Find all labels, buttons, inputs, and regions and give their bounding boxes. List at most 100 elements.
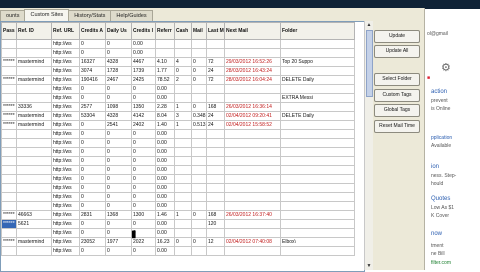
scroll-down-icon[interactable]: ▼ xyxy=(365,262,373,270)
table-cell[interactable] xyxy=(224,93,281,103)
table-cell[interactable]: 0.00 xyxy=(155,174,175,184)
table-cell[interactable]: http://ws xyxy=(51,228,80,238)
table-cell[interactable]: http://ws xyxy=(51,57,80,67)
table-cell[interactable] xyxy=(206,183,225,193)
page-link[interactable]: ion xyxy=(431,164,439,170)
page-link[interactable]: now xyxy=(431,231,442,237)
table-cell[interactable] xyxy=(191,39,207,49)
table-cell[interactable]: 1.46 xyxy=(155,210,175,220)
table-cell[interactable]: http://ws xyxy=(51,138,80,148)
table-cell[interactable]: 0 xyxy=(79,174,106,184)
column-header[interactable]: Daily Us xyxy=(105,22,132,40)
table-cell[interactable] xyxy=(224,246,281,256)
table-cell[interactable]: 12 xyxy=(206,237,225,247)
table-cell[interactable]: 0.00 xyxy=(155,138,175,148)
table-cell[interactable]: 0.00 xyxy=(155,165,175,175)
table-cell[interactable]: 0.513 xyxy=(191,120,207,130)
table-cell[interactable]: http://ws xyxy=(51,75,80,85)
table-cell[interactable]: 2541 xyxy=(105,120,132,130)
table-cell[interactable] xyxy=(206,48,225,58)
table-cell[interactable]: 0.00 xyxy=(155,84,175,94)
table-cell[interactable] xyxy=(191,246,207,256)
table-cell[interactable] xyxy=(16,165,52,175)
table-cell[interactable] xyxy=(1,93,17,103)
table-cell[interactable] xyxy=(206,174,225,184)
table-cell[interactable]: 1.77 xyxy=(155,66,175,76)
table-cell[interactable] xyxy=(280,84,355,94)
table-cell[interactable]: 29/03/2012 16:52:26 xyxy=(224,57,281,67)
table-cell[interactable] xyxy=(174,156,192,166)
table-cell[interactable] xyxy=(1,246,17,256)
table-cell[interactable] xyxy=(16,156,52,166)
table-cell[interactable]: 0 xyxy=(79,93,106,103)
table-cell[interactable]: 0 xyxy=(191,102,207,112)
table-cell[interactable] xyxy=(206,84,225,94)
table-cell[interactable] xyxy=(16,84,52,94)
table-cell[interactable]: 3 xyxy=(174,111,192,121)
table-cell[interactable]: 0 xyxy=(105,183,132,193)
table-cell[interactable] xyxy=(280,228,355,238)
table-row[interactable]: ****** 46663 http://ws 2831 1368 1300 1.46 1 0 16… xyxy=(1,210,355,220)
table-cell[interactable]: 0.00 xyxy=(155,192,175,202)
table-cell[interactable] xyxy=(174,147,192,157)
table-cell[interactable]: 0.00 xyxy=(155,147,175,157)
table-cell[interactable]: ****** xyxy=(1,120,17,130)
table-cell[interactable] xyxy=(174,48,192,58)
table-cell[interactable] xyxy=(280,138,355,148)
table-cell[interactable]: ****** xyxy=(1,111,17,121)
table-cell[interactable]: 0 xyxy=(131,129,156,139)
table-cell[interactable]: 0 xyxy=(79,219,106,229)
table-cell[interactable]: http://ws xyxy=(51,102,80,112)
table-cell[interactable]: 4.10 xyxy=(155,57,175,67)
page-link[interactable]: pplication xyxy=(431,135,452,141)
table-cell[interactable] xyxy=(155,48,175,58)
table-cell[interactable]: 0 xyxy=(105,201,132,211)
table-cell[interactable]: http://ws xyxy=(51,147,80,157)
table-cell[interactable]: 0 xyxy=(105,147,132,157)
table-cell[interactable]: 1.40 xyxy=(155,120,175,130)
column-header[interactable]: Referr xyxy=(155,22,175,40)
table-cell[interactable]: 0.348 xyxy=(191,111,207,121)
table-cell[interactable]: 0.00 xyxy=(155,228,175,238)
table-cell[interactable]: 02/04/2012 09:20:41 xyxy=(224,111,281,121)
table-cell[interactable]: 4142 xyxy=(131,111,156,121)
table-row[interactable]: http://ws 0 0 0 0.00 xyxy=(1,84,355,94)
table-cell[interactable] xyxy=(280,39,355,49)
table-cell[interactable]: 2 xyxy=(174,75,192,85)
table-cell[interactable] xyxy=(1,129,17,139)
table-cell[interactable]: ****** xyxy=(1,102,17,112)
table-cell[interactable] xyxy=(174,129,192,139)
column-header[interactable]: Folder xyxy=(280,22,355,40)
table-cell[interactable] xyxy=(174,201,192,211)
table-cell[interactable]: 2.28 xyxy=(155,102,175,112)
table-row[interactable]: ****** 33336 http://ws 2577 1098 1350 2.28 1 0 16… xyxy=(1,102,355,112)
table-cell[interactable]: 3074 xyxy=(79,66,106,76)
table-cell[interactable]: Top 20 Suppo xyxy=(280,57,355,67)
table-cell[interactable] xyxy=(16,93,52,103)
table-cell[interactable] xyxy=(191,156,207,166)
table-cell[interactable] xyxy=(224,138,281,148)
table-cell[interactable] xyxy=(174,192,192,202)
table-cell[interactable] xyxy=(206,129,225,139)
table-cell[interactable]: 33336 xyxy=(16,102,52,112)
table-cell[interactable]: 16.23 xyxy=(155,237,175,247)
table-cell[interactable] xyxy=(224,129,281,139)
table-cell[interactable]: DELETE Daily xyxy=(280,75,355,85)
table-cell[interactable]: 2402 xyxy=(131,120,156,130)
table-cell[interactable] xyxy=(224,201,281,211)
table-cell[interactable] xyxy=(280,219,355,229)
table-cell[interactable] xyxy=(224,165,281,175)
table-cell[interactable]: 1739 xyxy=(131,66,156,76)
table-cell[interactable]: 4467 xyxy=(131,57,156,67)
table-cell[interactable] xyxy=(191,84,207,94)
table-cell[interactable] xyxy=(174,228,192,238)
table-cell[interactable] xyxy=(206,138,225,148)
column-header[interactable]: Ref. ID xyxy=(16,22,52,40)
table-cell[interactable] xyxy=(224,219,281,229)
column-header[interactable]: Mail xyxy=(191,22,207,40)
table-cell[interactable] xyxy=(224,183,281,193)
table-cell[interactable]: mastermind xyxy=(16,75,52,85)
table-cell[interactable]: 1098 xyxy=(105,102,132,112)
scroll-thumb[interactable] xyxy=(366,30,373,97)
table-cell[interactable] xyxy=(16,174,52,184)
